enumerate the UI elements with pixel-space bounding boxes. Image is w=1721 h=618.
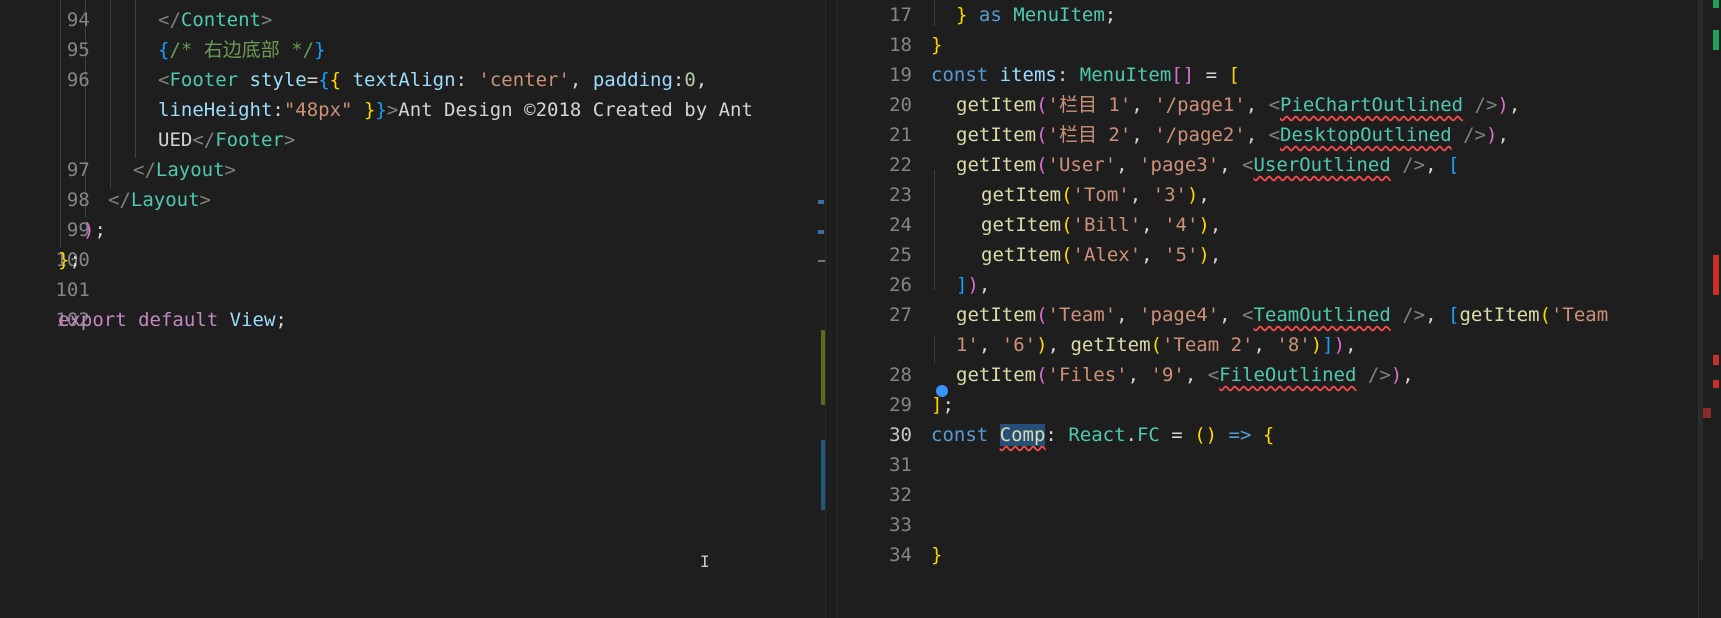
code-line[interactable]: 23 getItem('Tom', '3'), <box>838 180 1210 210</box>
text-cursor-icon: I <box>700 552 710 571</box>
code-line[interactable]: 27 getItem('Team', 'page4', <TeamOutline… <box>838 300 1608 330</box>
line-number: 29 <box>889 394 912 416</box>
scrollbar-marker <box>1713 380 1719 388</box>
code-line[interactable]: 21 getItem('栏目 2', '/page2', <DesktopOut… <box>838 120 1509 150</box>
line-number: 97 <box>66 159 90 181</box>
line-number: 26 <box>889 274 912 296</box>
code-line[interactable]: 99 ); <box>0 215 106 245</box>
code-line[interactable]: 20 getItem('栏目 1', '/page1', <PieChartOu… <box>838 90 1520 120</box>
overview-ruler[interactable] <box>1698 0 1721 618</box>
line-number: 33 <box>889 514 912 536</box>
code-line[interactable]: 17 } as MenuItem; <box>838 0 1116 30</box>
code-line[interactable]: 32 <box>838 480 912 510</box>
code-line[interactable]: 29 ]; <box>838 385 954 420</box>
code-line[interactable]: 94 </Content> <box>0 5 273 35</box>
code-line[interactable]: 101 <box>0 275 89 305</box>
indent-guide <box>135 0 136 158</box>
code-line[interactable]: 34 } <box>838 540 942 570</box>
line-number: 94 <box>66 9 90 31</box>
code-line[interactable]: 28 getItem('Files', '9', <FileOutlined /… <box>838 360 1414 390</box>
line-number: 17 <box>889 4 912 26</box>
right-editor-pane[interactable]: 17 } as MenuItem; 18 } 19 const items: M… <box>838 0 1698 618</box>
indent-guide <box>934 335 935 363</box>
code-line[interactable]: 18 } <box>838 30 942 60</box>
code-line[interactable]: 95 {/* 右边底部 */} <box>0 35 326 65</box>
jsx-tag-content: Content <box>180 9 261 31</box>
scrollbar-marker <box>1713 0 1719 8</box>
line-number: 31 <box>889 454 912 476</box>
left-editor-pane[interactable]: 94 </Content> 95 {/* 右边底部 */} 96 <Footer… <box>0 0 825 618</box>
line-number: 34 <box>889 544 912 566</box>
code-line[interactable]: 33 <box>838 510 912 540</box>
comment: /* 右边底部 */ <box>169 39 315 61</box>
code-line-wrap[interactable]: UED</Footer> <box>0 125 295 155</box>
line-number: 23 <box>889 184 912 206</box>
code-line[interactable]: 31 <box>838 450 912 480</box>
code-line[interactable]: 24 getItem('Bill', '4'), <box>838 210 1221 240</box>
code-line[interactable]: 102 export default View; <box>0 305 286 335</box>
line-number: 96 <box>66 69 90 91</box>
line-number: 22 <box>889 154 912 176</box>
line-number: 24 <box>889 214 912 236</box>
line-number: 25 <box>889 244 912 266</box>
code-line-wrap[interactable]: 1', '6'), getItem('Team 2', '8')]), <box>838 330 1357 360</box>
line-number: 30 <box>889 424 912 446</box>
editor-splitter[interactable] <box>825 0 838 618</box>
line-number: 95 <box>66 39 90 61</box>
code-line[interactable]: 25 getItem('Alex', '5'), <box>838 240 1221 270</box>
indent-guide <box>934 170 935 290</box>
line-number: 21 <box>889 124 912 146</box>
selected-identifier: Comp <box>999 424 1046 446</box>
scrollbar-marker <box>1713 30 1719 50</box>
indent-guide <box>934 0 935 26</box>
scrollbar-marker <box>818 230 824 234</box>
code-line[interactable]: 100 }; <box>0 245 89 275</box>
scrollbar-marker <box>818 260 825 262</box>
code-line[interactable]: 30 const Comp: React.FC = () => { <box>838 420 1274 450</box>
line-number: 28 <box>889 364 912 386</box>
line-number: 27 <box>889 304 912 326</box>
scrollbar-thumb[interactable] <box>1699 0 1703 560</box>
code-line[interactable]: 97 </Layout> <box>0 155 236 185</box>
code-line-wrap[interactable]: lineHeight:"48px" }}>Ant Design ©2018 Cr… <box>0 95 753 125</box>
line-number: 19 <box>889 64 912 86</box>
line-number: 20 <box>889 94 912 116</box>
line-number: 18 <box>889 34 912 56</box>
indent-guide <box>110 0 111 188</box>
line-number: 101 <box>55 279 90 301</box>
code-line[interactable]: 26 ]), <box>838 270 990 300</box>
line-number: 98 <box>66 189 90 211</box>
line-number: 32 <box>889 484 912 506</box>
lightbulb-icon[interactable] <box>936 385 948 397</box>
code-line[interactable]: 98 </Layout> <box>0 185 211 215</box>
code-line[interactable]: 19 const items: MenuItem[] = [ <box>838 60 1240 90</box>
code-line[interactable]: 96 <Footer style={{ textAlign: 'center',… <box>0 65 707 95</box>
scrollbar-marker <box>1713 255 1719 295</box>
scrollbar-marker <box>818 200 824 204</box>
code-line[interactable]: 22 getItem('User', 'page3', <UserOutline… <box>838 150 1459 180</box>
scrollbar-marker <box>1713 355 1719 365</box>
